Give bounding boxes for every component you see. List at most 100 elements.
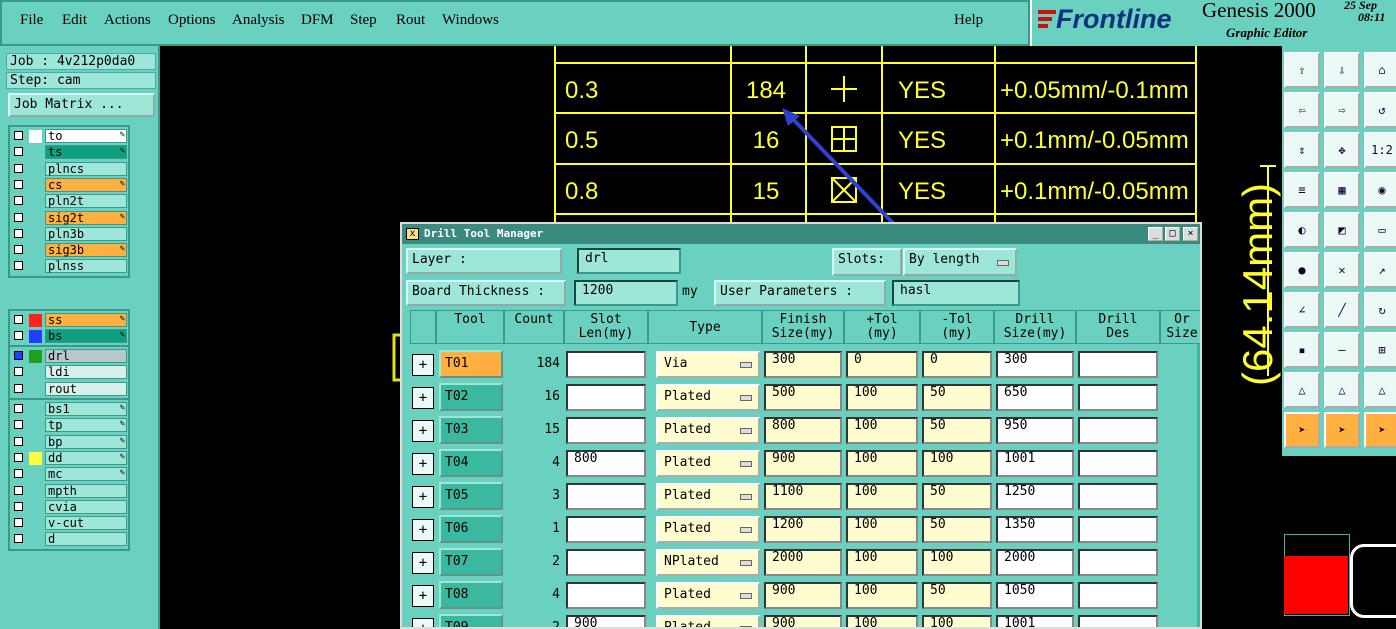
tool-button[interactable]: T08	[439, 581, 503, 609]
menu-dfm[interactable]: DFM	[301, 12, 334, 29]
layer-name[interactable]: d	[45, 532, 127, 547]
plus-tol-field[interactable]: 100	[846, 615, 918, 627]
layer-name[interactable]: mc	[45, 467, 127, 482]
type-select[interactable]: Plated	[656, 417, 760, 444]
drill-row-icon[interactable]: +	[412, 453, 434, 475]
layer-name[interactable]: pln3b	[45, 226, 127, 241]
layer-checkbox[interactable]	[14, 331, 23, 341]
user-parameters-field[interactable]: hasl	[892, 280, 1020, 306]
minus-tol-field[interactable]: 50	[922, 582, 992, 609]
plus-tol-field[interactable]: 100	[846, 549, 918, 576]
layer-name[interactable]: bs	[45, 329, 127, 344]
layer-checkbox[interactable]	[14, 420, 23, 430]
minus-tol-field[interactable]: 0	[922, 351, 992, 378]
layer-name[interactable]: to	[45, 129, 127, 143]
layer-name[interactable]: rout	[45, 381, 127, 396]
job-matrix-button[interactable]: Job Matrix ...	[8, 93, 155, 117]
menu-step[interactable]: Step	[350, 12, 377, 29]
minus-tol-field[interactable]: 100	[922, 549, 992, 576]
slot-length-field[interactable]	[566, 384, 646, 411]
drill-des-field[interactable]	[1078, 483, 1158, 510]
plus-tol-field[interactable]: 100	[846, 417, 918, 444]
ruler-icon[interactable]: ▭	[1364, 212, 1396, 248]
measure-icon[interactable]: —	[1324, 332, 1360, 368]
type-select[interactable]: NPlated	[656, 549, 760, 576]
finish-size-field[interactable]: 900	[764, 450, 842, 477]
slot-length-field[interactable]	[566, 483, 646, 510]
layer-checkbox[interactable]	[14, 383, 23, 393]
layer-row[interactable]: ts ✎	[10, 145, 128, 160]
delete-icon[interactable]: ✕	[1324, 252, 1360, 288]
pan-down-icon[interactable]: ⇩	[1324, 52, 1360, 88]
layer-row[interactable]: bs ✎	[10, 329, 128, 344]
drill-size-field[interactable]: 1050	[996, 582, 1074, 609]
pan-right-icon[interactable]: ⇨	[1324, 92, 1360, 128]
layer-row[interactable]: tp ✎	[10, 418, 128, 433]
finish-size-field[interactable]: 900	[764, 582, 842, 609]
drill-size-field[interactable]: 1001	[996, 450, 1074, 477]
finish-size-field[interactable]: 1100	[764, 483, 842, 510]
pad-icon[interactable]: ◐	[1284, 212, 1320, 248]
layer-name[interactable]: sig3b	[45, 243, 127, 258]
layer-checkbox[interactable]	[14, 261, 23, 271]
layer-row[interactable]: cvia	[10, 499, 128, 515]
plus-tol-field[interactable]: 100	[846, 516, 918, 543]
layers-icon[interactable]: ≡	[1284, 172, 1320, 208]
zoom-center-icon[interactable]: ✥	[1324, 132, 1360, 168]
drill-row-icon[interactable]: +	[412, 420, 434, 442]
layer-row[interactable]: mc ✎	[10, 467, 128, 482]
grid-icon[interactable]: ▦	[1324, 172, 1360, 208]
plus-tol-field[interactable]: 100	[846, 582, 918, 609]
menu-actions[interactable]: Actions	[104, 12, 151, 29]
tool-button[interactable]: T07	[439, 548, 503, 576]
menu-windows[interactable]: Windows	[442, 12, 499, 29]
layer-name[interactable]: tp	[45, 418, 127, 433]
layer-name[interactable]: dd	[45, 450, 127, 465]
finish-size-field[interactable]: 800	[764, 417, 842, 444]
finish-size-field[interactable]: 2000	[764, 549, 842, 576]
layer-checkbox[interactable]	[14, 163, 23, 173]
layer-row[interactable]: ss ✎	[10, 313, 128, 328]
layer-row[interactable]: sig3b ✎	[10, 243, 128, 258]
drill-row-icon[interactable]: +	[412, 519, 434, 541]
layer-checkbox[interactable]	[14, 404, 23, 413]
drill-des-field[interactable]	[1078, 549, 1158, 576]
layer-checkbox[interactable]	[14, 351, 23, 360]
layer-row[interactable]: rout	[10, 381, 128, 397]
plus-tol-field[interactable]: 0	[846, 351, 918, 378]
type-select[interactable]: Plated	[656, 450, 760, 477]
layer-checkbox[interactable]	[14, 534, 23, 544]
layer-name[interactable]: drl	[45, 349, 127, 363]
layer-row[interactable]: d	[10, 532, 128, 547]
pan-left-icon[interactable]: ⇦	[1284, 92, 1320, 128]
layer-checkbox[interactable]	[14, 469, 23, 479]
tool-button[interactable]: T04	[439, 449, 503, 477]
slots-select[interactable]: By length	[903, 248, 1017, 276]
pointer-select-icon[interactable]: ➤	[1364, 412, 1396, 448]
finish-size-field[interactable]: 1200	[764, 516, 842, 543]
layer-row[interactable]: plncs	[10, 161, 128, 177]
layer-checkbox[interactable]	[14, 196, 23, 206]
tool-button[interactable]: T09	[439, 614, 503, 627]
layer-checkbox[interactable]	[14, 518, 23, 528]
layer-checkbox[interactable]	[14, 131, 23, 140]
drill-row-icon[interactable]: +	[412, 552, 434, 574]
drill-des-field[interactable]	[1078, 351, 1158, 378]
layer-row[interactable]: dd ✎	[10, 450, 128, 466]
layer-row[interactable]: to ✎	[10, 129, 128, 144]
drill-size-field[interactable]: 1350	[996, 516, 1074, 543]
slot-length-field[interactable]	[566, 582, 646, 609]
plus-tol-field[interactable]: 100	[846, 384, 918, 411]
layer-row[interactable]: plnss	[10, 259, 128, 274]
drill-row-icon[interactable]: +	[412, 618, 434, 627]
layer-checkbox[interactable]	[14, 245, 23, 255]
minus-tol-field[interactable]: 100	[922, 615, 992, 627]
finish-size-field[interactable]: 900	[764, 615, 842, 627]
layer-checkbox[interactable]	[14, 452, 23, 462]
drill-des-field[interactable]	[1078, 582, 1158, 609]
layer-name[interactable]: ldi	[45, 365, 127, 380]
plus-tol-field[interactable]: 100	[846, 483, 918, 510]
scale-icon[interactable]: 1:2	[1364, 132, 1396, 168]
layer-name[interactable]: bs1	[45, 402, 127, 416]
type-select[interactable]: Plated	[656, 582, 760, 609]
